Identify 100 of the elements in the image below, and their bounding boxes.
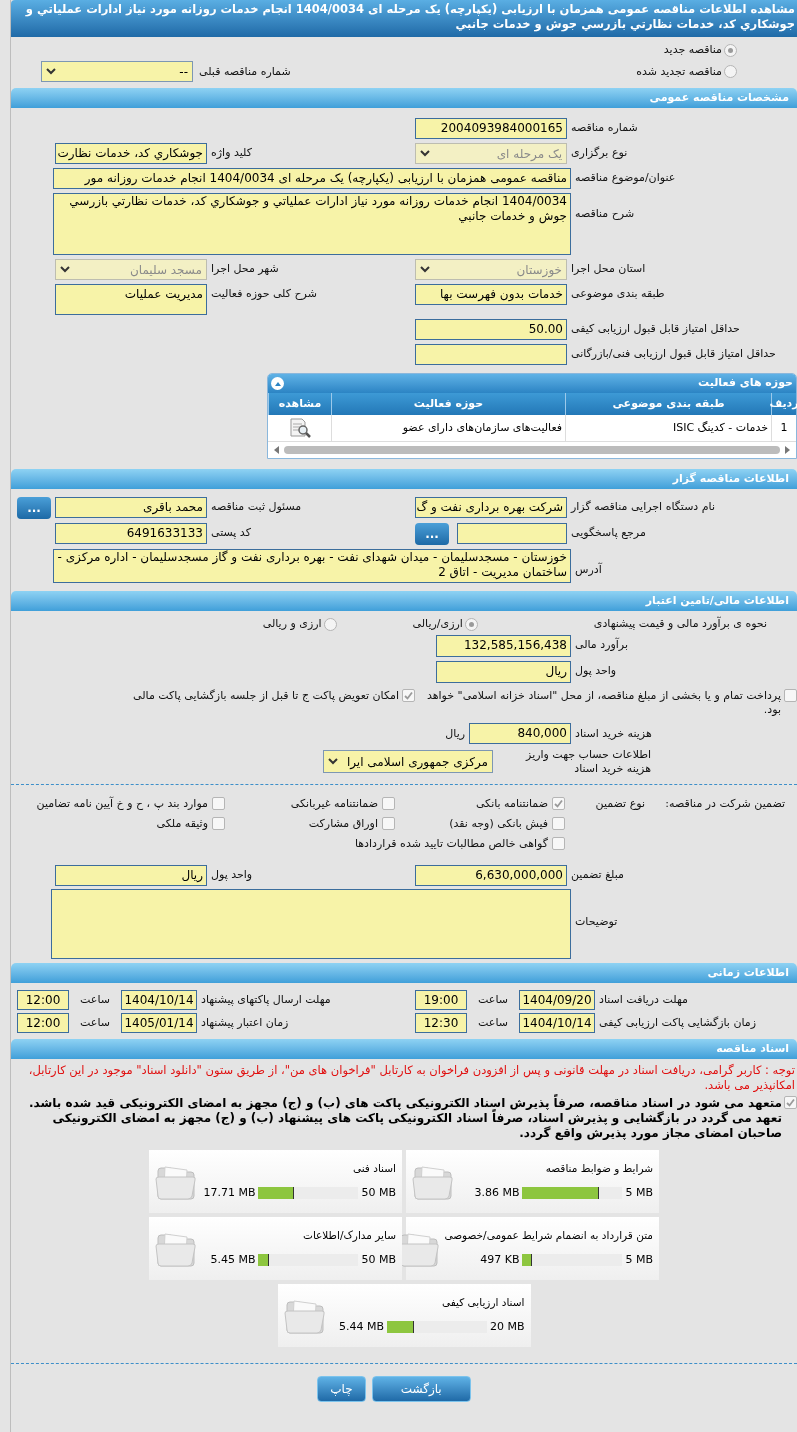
checkbox[interactable] [402, 689, 415, 702]
checkbox[interactable] [552, 797, 565, 810]
field-label: ساعت [79, 1016, 111, 1030]
page-title: مشاهده اطلاعات مناقصه عمومی همزمان با ارزیابی (یکپارچه) یک مرحله ای 1404/0034 انجام خدمات روزانه مورد نیاز ادارات عملیاتي و جوشکاري کد، خدمات نظارتي بازرسي جوش و خدمات جانبي [11, 0, 797, 37]
field-label: تضمین شرکت در مناقصه: [664, 797, 785, 812]
text-area[interactable]: 1404/0034 انجام خدمات روزانه مورد نیاز ادارات عملیاتي و جوشکاري کد، خدمات نظارتي بازرسي جوش و خدمات جانبي [53, 193, 571, 255]
select-field[interactable]: -- [41, 61, 193, 82]
field-label: حداقل امتیاز قابل قبول ارزیابی فنی/بازرگانی [571, 346, 777, 361]
scroll-left-icon[interactable] [274, 446, 280, 454]
text-area[interactable]: خوزستان - مسجدسلیمان - میدان شهدای نفت - بهره برداری نفت و گاز مسجدسلیمان - اداره مرکزی - ساختمان مدیریت - اتاق 2 [53, 549, 571, 583]
used-size: 497 KB [480, 1252, 520, 1269]
checkbox[interactable] [382, 797, 395, 810]
back-button[interactable]: بازگشت [371, 1376, 471, 1402]
field-label: اطلاعات حساب جهت واریز هزینه خرید اسناد [524, 748, 651, 776]
document-title: شرایط و ضوابط مناقصه [545, 1161, 653, 1177]
field-label: زمان اعتبار پیشنهاد [201, 1016, 290, 1030]
input-field[interactable]: 840,000 [469, 723, 571, 744]
input-field[interactable]: 2004093984000165 [415, 118, 567, 139]
size-limit: 50 MB [361, 1185, 396, 1202]
panel-title: حوزه های فعالیت [698, 375, 793, 392]
chevron-down-icon [46, 68, 56, 75]
section-header: اسناد مناقصه [11, 1039, 797, 1059]
used-size: 3.86 MB [474, 1185, 520, 1202]
size-limit: 5 MB [625, 1185, 653, 1202]
radio-button[interactable] [724, 43, 737, 57]
checkbox[interactable] [552, 817, 565, 830]
input-field[interactable] [457, 523, 567, 544]
collapse-button[interactable] [271, 377, 284, 390]
section-header: اطلاعات مالی/تامین اعتبار [11, 591, 797, 611]
field-label: امکان تعویض پاکت ج تا قبل از جلسه بازگشایی پاکت مالی [132, 689, 399, 703]
field-label: واحد پول [575, 663, 618, 678]
field-label: پرداخت تمام و یا بخشی از مبلغ مناقصه، از محل "اسناد خزانه اسلامی" خواهد بود. [425, 689, 781, 717]
field-label: مسئول ثبت مناقصه [211, 499, 303, 514]
field-label: واحد پول [211, 867, 254, 882]
input-field[interactable]: ریال [55, 865, 207, 886]
input-field[interactable]: مناقصه عمومی همزمان با ارزیابی (یکپارچه) یک مرحله ای 1404/0034 انجام خدمات روزانه مور [53, 168, 571, 189]
input-field[interactable]: 132,585,156,438 [436, 635, 571, 657]
date-field[interactable]: 1404/09/20 [519, 990, 595, 1010]
commitment-text: متعهد می شود در اسناد مناقصه، صرفاً پذیرش اسناد الکترونیکی پاکت های (ب) و (ج) مجهز به امضای الکترونیکی قید شده باشد. تعهد می گردد در بازگشایی و پذیرش اسناد، صرفاً اسناد الکترونیکی پاکت های پیشنهاد (ب) و (ج) مجهز به امضای الکترونیکی صاحبان امضای مجاز مورد پذیرش واقع گردد. [28, 1096, 782, 1141]
size-limit: 50 MB [361, 1252, 396, 1269]
text-area[interactable] [51, 889, 571, 959]
chevron-down-icon [420, 266, 430, 273]
field-label: نحوه ی برآورد مالی و قیمت پیشنهادی [593, 617, 767, 631]
section-header: اطلاعات زمانی [11, 963, 797, 983]
time-field[interactable]: 12:00 [17, 990, 69, 1010]
time-field[interactable]: 12:30 [415, 1013, 467, 1033]
checkbox[interactable] [212, 817, 225, 830]
scrollbar-thumb[interactable] [284, 446, 780, 454]
section-header: مشخصات مناقصه عمومی [11, 88, 797, 108]
chevron-down-icon [60, 266, 70, 273]
input-field[interactable]: جوشکاري کد، خدمات نظارت [55, 143, 207, 164]
field-label: شماره مناقصه [571, 120, 639, 135]
input-field[interactable]: ریال [436, 661, 571, 683]
browse-button[interactable]: ... [17, 497, 51, 519]
field-label: فیش بانکی (وجه نقد) [449, 817, 548, 831]
scroll-right-icon[interactable] [784, 446, 790, 454]
view-document-icon[interactable] [287, 417, 312, 439]
field-label: مناقصه جدید [663, 43, 722, 57]
time-field[interactable]: 19:00 [415, 990, 467, 1010]
print-button[interactable]: چاپ [317, 1376, 366, 1402]
input-field[interactable]: شرکت بهره برداری نفت و گ [415, 497, 567, 518]
browse-button[interactable]: ... [415, 523, 449, 545]
field-label: شهر محل اجرا [211, 261, 280, 276]
field-label: ضمانتنامه بانکی [475, 797, 548, 811]
field-label: موارد بند پ ، ح و خ آیین نامه تضامین [36, 797, 208, 811]
used-size: 5.44 MB [338, 1319, 384, 1336]
field-label: توضیحات [575, 914, 619, 929]
input-field[interactable]: خدمات بدون فهرست بها [415, 284, 567, 305]
date-field[interactable]: 1404/10/14 [519, 1013, 595, 1033]
size-limit: 20 MB [489, 1319, 525, 1336]
checkbox[interactable] [382, 817, 395, 830]
field-label: زمان بازگشایی پاکت ارزیابی کیفی [599, 1016, 758, 1030]
radio-button[interactable] [323, 617, 337, 631]
checkbox[interactable] [212, 797, 225, 810]
field-label: شرح کلی حوزه فعالیت [211, 286, 318, 301]
date-field[interactable]: 1405/01/14 [121, 1013, 197, 1033]
input-field[interactable]: محمد باقری [55, 497, 207, 518]
field-label: برآورد مالی [575, 636, 629, 652]
field-label: ارزی و ریالی [262, 617, 322, 631]
checkbox[interactable] [784, 689, 797, 702]
radio-button[interactable] [464, 617, 478, 631]
time-field[interactable]: 12:00 [17, 1013, 69, 1033]
size-limit: 5 MB [625, 1252, 653, 1269]
select-field[interactable]: مرکزی جمهوری اسلامی ایرا [323, 750, 493, 773]
notice-text: توجه : کاربر گرامی، دریافت اسناد در مهلت قانونی و پس از افزودن فراخوان به کارتابل "فراخوان های من"، از طریق ستون "دانلود اسناد" موجود در این کارتابل، امکانپذیر می باشد. [27, 1062, 796, 1093]
input-field[interactable]: مدیریت عملیات [55, 284, 207, 315]
checkbox[interactable] [784, 1096, 797, 1109]
caret-icon [273, 380, 282, 387]
input-field[interactable] [415, 344, 567, 365]
date-field[interactable]: 1404/10/14 [121, 990, 197, 1010]
checkbox[interactable] [552, 837, 565, 850]
input-field[interactable]: 6,630,000,000 [415, 865, 567, 886]
input-field[interactable]: 50.00 [415, 319, 567, 340]
section-header: اطلاعات مناقصه گزار [11, 469, 797, 489]
field-label: وثیقه ملکی [156, 817, 208, 831]
field-label: کلید واژه [211, 145, 253, 160]
radio-button[interactable] [724, 65, 737, 78]
input-field[interactable]: 6491633133 [55, 523, 207, 544]
field-label: ساعت [477, 1016, 509, 1030]
field-label: هزینه خرید اسناد [575, 726, 653, 741]
